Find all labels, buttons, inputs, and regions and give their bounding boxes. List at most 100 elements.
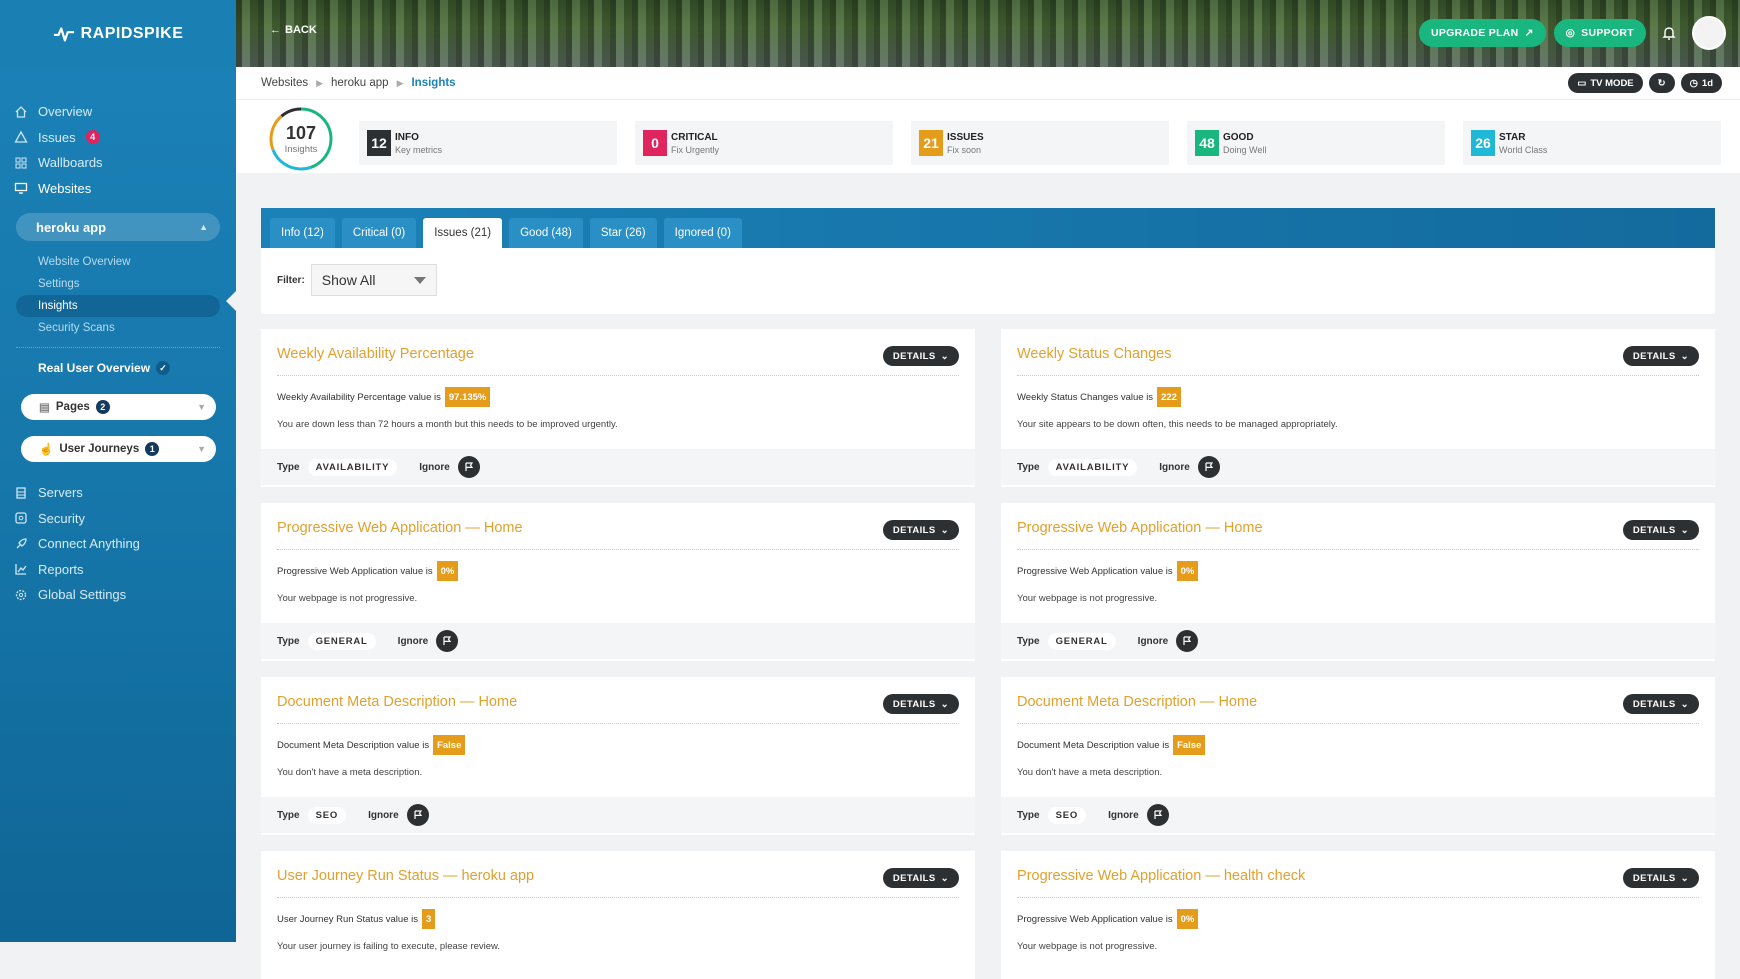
subnav-security-scans[interactable]: Security Scans bbox=[16, 317, 220, 339]
support-button[interactable]: ◎ SUPPORT bbox=[1553, 19, 1646, 47]
insight-card: Weekly Availability Percentage DETAILS ⌄ We… bbox=[261, 329, 975, 487]
website-selector-value: heroku app bbox=[36, 219, 107, 235]
header-actions: UPGRADE PLAN ↗ ◎ SUPPORT bbox=[1418, 16, 1726, 50]
insights-total-label: Insights bbox=[284, 143, 318, 155]
nav-reports[interactable]: Reports bbox=[14, 557, 236, 583]
nav-issues[interactable]: Issues 4 bbox=[14, 125, 236, 151]
nav-servers[interactable]: Servers bbox=[14, 480, 236, 506]
chevron-right-icon: ▶ bbox=[396, 77, 404, 88]
home-icon bbox=[15, 105, 27, 118]
nav-wallboards[interactable]: Wallboards bbox=[14, 150, 236, 176]
ignore-button[interactable] bbox=[1146, 804, 1169, 826]
card-footer: Type SEO Ignore bbox=[1001, 797, 1715, 833]
card-title: Progressive Web Application — health che… bbox=[1017, 868, 1306, 884]
flag-icon bbox=[1205, 462, 1213, 471]
card-value-badge: 0% bbox=[1176, 909, 1199, 929]
stat-issues[interactable]: 21 ISSUES Fix soon bbox=[911, 121, 1169, 165]
cursor-click-icon: ☝ bbox=[39, 444, 54, 456]
back-button[interactable]: ← BACK bbox=[270, 24, 317, 36]
ignore-button[interactable] bbox=[436, 630, 459, 652]
details-button[interactable]: DETAILS ⌄ bbox=[1622, 520, 1699, 540]
card-title: Document Meta Description — Home bbox=[277, 694, 518, 710]
tab-info[interactable]: Info (12) bbox=[270, 218, 335, 248]
insights-total: 107 Insights bbox=[268, 106, 334, 172]
tab-ignored[interactable]: Ignored (0) bbox=[663, 218, 742, 248]
pages-selector[interactable]: ▤ Pages 2 ▼ bbox=[21, 394, 216, 420]
type-pill: AVAILABILITY bbox=[1047, 458, 1138, 476]
tab-good[interactable]: Good (48) bbox=[509, 218, 583, 248]
nav-overview[interactable]: Overview bbox=[14, 99, 236, 125]
stat-star[interactable]: 26 STAR World Class bbox=[1463, 121, 1721, 165]
card-description: You are down less than 72 hours a month … bbox=[277, 419, 618, 430]
active-indicator bbox=[226, 291, 236, 311]
card-header: Progressive Web Application — Home DETAIL… bbox=[1017, 520, 1699, 550]
type-pill: GENERAL bbox=[307, 632, 376, 650]
card-value-prefix: Weekly Availability Percentage value is bbox=[277, 391, 441, 403]
chevron-down-icon: ⌄ bbox=[1680, 524, 1689, 536]
card-value-prefix: User Journey Run Status value is bbox=[277, 913, 418, 925]
page-icon: ▤ bbox=[39, 402, 50, 414]
refresh-button[interactable]: ↻ bbox=[1648, 73, 1675, 93]
tv-icon: ▭ bbox=[1577, 77, 1587, 89]
ignore-button[interactable] bbox=[406, 804, 429, 826]
details-button[interactable]: DETAILS ⌄ bbox=[882, 694, 959, 714]
subnav-settings[interactable]: Settings bbox=[16, 273, 220, 295]
details-button[interactable]: DETAILS ⌄ bbox=[882, 346, 959, 366]
card-value-badge: 222 bbox=[1157, 387, 1181, 407]
stat-info[interactable]: 12 INFO Key metrics bbox=[359, 121, 617, 165]
card-description: You don't have a meta description. bbox=[277, 767, 423, 778]
stat-count: 12 bbox=[367, 130, 391, 156]
nav-connect-anything[interactable]: Connect Anything bbox=[14, 531, 236, 557]
ignore-button[interactable] bbox=[457, 456, 480, 478]
upgrade-plan-label: UPGRADE PLAN bbox=[1430, 27, 1519, 39]
tab-issues[interactable]: Issues (21) bbox=[423, 218, 503, 248]
nav-label: Issues bbox=[38, 129, 76, 145]
details-label: DETAILS bbox=[892, 524, 936, 536]
details-button[interactable]: DETAILS ⌄ bbox=[882, 520, 959, 540]
nav-security[interactable]: Security bbox=[14, 506, 236, 532]
tv-mode-button[interactable]: ▭ TV MODE bbox=[1568, 73, 1643, 93]
card-title: Weekly Availability Percentage bbox=[277, 346, 474, 362]
website-selector[interactable]: heroku app ▲ bbox=[16, 213, 220, 241]
details-button[interactable]: DETAILS ⌄ bbox=[882, 868, 959, 888]
subnav-website-overview[interactable]: Website Overview bbox=[16, 251, 220, 273]
details-button[interactable]: DETAILS ⌄ bbox=[1622, 868, 1699, 888]
details-button[interactable]: DETAILS ⌄ bbox=[1622, 346, 1699, 366]
external-link-icon: ↗ bbox=[1524, 27, 1534, 39]
time-range-button[interactable]: ◷ 1d bbox=[1680, 73, 1722, 93]
nav-label: Wallboards bbox=[38, 155, 103, 171]
type-label: Type bbox=[277, 635, 300, 647]
details-label: DETAILS bbox=[1632, 872, 1676, 884]
user-journeys-label: User Journeys bbox=[59, 443, 140, 455]
sidebar: RAPIDSPIKE Overview Issues 4 Wallboards … bbox=[0, 0, 236, 942]
filter-select[interactable]: Show All bbox=[310, 264, 437, 296]
nav-websites[interactable]: Websites bbox=[14, 176, 236, 202]
globe-icon: ◎ bbox=[1565, 27, 1576, 39]
view-tools: ▭ TV MODE ↻ ◷ 1d bbox=[1568, 73, 1722, 93]
caret-down-icon bbox=[413, 276, 426, 284]
stat-good[interactable]: 48 GOOD Doing Well bbox=[1187, 121, 1445, 165]
user-journeys-selector[interactable]: ☝ User Journeys 1 ▼ bbox=[21, 436, 216, 462]
ignore-button[interactable] bbox=[1176, 630, 1199, 652]
brand-logo[interactable]: RAPIDSPIKE bbox=[0, 0, 236, 67]
ignore-button[interactable] bbox=[1197, 456, 1220, 478]
tab-star[interactable]: Star (26) bbox=[589, 218, 657, 248]
tab-critical[interactable]: Critical (0) bbox=[341, 218, 417, 248]
stat-critical[interactable]: 0 CRITICAL Fix Urgently bbox=[635, 121, 893, 165]
ignore-label: Ignore bbox=[368, 809, 399, 821]
server-icon bbox=[16, 487, 26, 499]
details-button[interactable]: DETAILS ⌄ bbox=[1622, 694, 1699, 714]
breadcrumb-websites[interactable]: Websites bbox=[261, 77, 308, 89]
user-avatar[interactable] bbox=[1692, 16, 1726, 50]
breadcrumb-site[interactable]: heroku app bbox=[331, 77, 389, 89]
card-header: Document Meta Description — Home DETAILS ⌄ bbox=[277, 694, 959, 724]
real-user-overview-link[interactable]: Real User Overview ✓ bbox=[0, 356, 236, 380]
insights-summary: 107 Insights 12 INFO Key metrics 0 CRITIC… bbox=[236, 99, 1740, 173]
nav-global-settings[interactable]: Global Settings bbox=[14, 582, 236, 608]
bell-icon[interactable] bbox=[1654, 18, 1684, 48]
insight-card: User Journey Run Status — heroku app DETA… bbox=[261, 851, 975, 979]
stat-title: STAR bbox=[1499, 131, 1526, 143]
upgrade-plan-button[interactable]: UPGRADE PLAN ↗ bbox=[1418, 19, 1546, 47]
subnav-insights[interactable]: Insights bbox=[16, 295, 220, 317]
chevron-down-icon: ⌄ bbox=[940, 872, 949, 884]
